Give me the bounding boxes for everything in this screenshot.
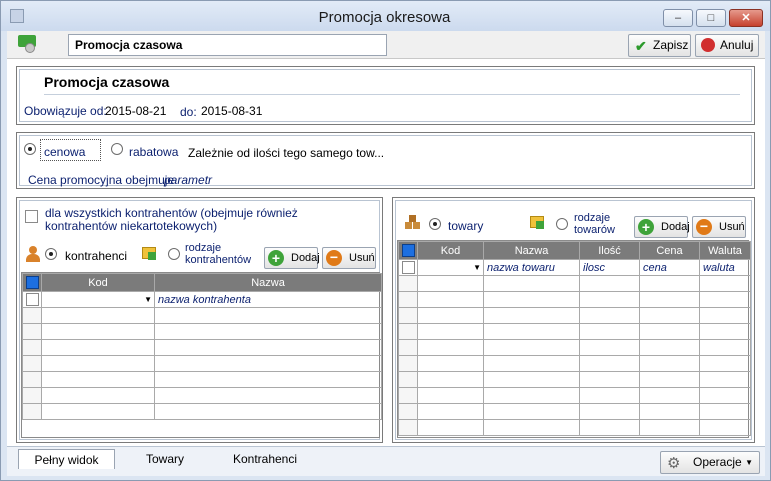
column-header-code[interactable]: Kod [41,273,155,292]
dropdown-arrow-icon[interactable]: ▼ [473,263,481,272]
tab-contractors-label: Kontrahenci [232,452,298,466]
save-button[interactable]: ✔ Zapisz [628,34,691,57]
tab-contractors[interactable]: Kontrahenci [222,449,308,469]
valid-to-label: do: [180,105,197,119]
valid-to-field[interactable]: 2015-08-31 [201,104,262,118]
valid-from-label: Obowiązuje od: [24,104,107,118]
minus-icon: − [326,250,342,266]
price-radio[interactable] [24,143,36,155]
remove-goods-button[interactable]: − Usuń [692,216,746,238]
discount-radio[interactable] [111,143,123,155]
column-header-code[interactable]: Kod [417,241,484,260]
goods-types-label[interactable]: rodzaje towarów [574,212,634,236]
goods-icon [404,213,422,231]
contractors-radio-label[interactable]: kontrahenci [65,249,127,263]
all-contractors-checkbox[interactable] [25,210,38,223]
table-row[interactable]: ▼ nazwa kontrahenta [22,291,382,308]
operations-label: Operacje [693,455,742,469]
chevron-down-icon: ▼ [745,458,753,467]
contractors-grid: Kod Nazwa ▼ nazwa kontrahenta [21,272,382,438]
column-header-price[interactable]: Cena [639,241,700,260]
price-radio-label[interactable]: cenowa [40,139,101,161]
column-header-currency[interactable]: Waluta [699,241,751,260]
promotion-name-input[interactable]: Promocja czasowa [68,34,387,56]
bottom-bar [7,446,765,476]
goods-grid: Kod Nazwa Ilość Cena Waluta ▼ nazwa towa… [397,240,751,438]
title-divider [44,94,740,95]
plus-icon: + [638,219,654,235]
goods-name-cell[interactable]: nazwa towaru [483,259,580,276]
column-header-name[interactable]: Nazwa [154,273,382,292]
add-contractor-label: Dodaj [291,252,320,264]
promotion-icon [16,33,40,55]
discount-radio-label[interactable]: rabatowa [129,145,178,159]
tab-full-view-label: Pełny widok [34,453,99,467]
covers-value[interactable]: parametr [164,173,212,187]
all-contractors-label: dla wszystkich kontrahentów (obejmuje ró… [45,206,298,233]
qty-dependent-label[interactable]: Zależnie od ilości tego samego tow... [188,146,384,160]
plus-icon: + [268,250,284,266]
minimize-button[interactable]: – [663,9,693,27]
close-button[interactable]: ✕ [729,9,763,27]
check-icon: ✔ [635,38,647,54]
grid-select-all[interactable] [398,241,418,260]
valid-from-field[interactable]: 2015-08-21 [105,104,166,118]
tab-full-view[interactable]: Pełny widok [18,449,115,469]
goods-quantity-cell[interactable]: ilosc [579,259,640,276]
maximize-button[interactable]: □ [696,9,726,27]
minus-icon: − [696,219,712,235]
add-goods-label: Dodaj [661,221,690,233]
goods-radio-label[interactable]: towary [448,219,483,233]
contractor-name-cell[interactable]: nazwa kontrahenta [154,291,382,308]
window-title: Promocja okresowa [318,9,451,26]
column-header-name[interactable]: Nazwa [483,241,580,260]
remove-contractor-button[interactable]: − Usuń [322,247,376,269]
remove-contractor-label: Usuń [349,252,375,264]
cancel-icon [701,38,715,52]
add-goods-button[interactable]: + Dodaj [634,216,690,238]
add-contractor-button[interactable]: + Dodaj [264,247,320,269]
save-button-label: Zapisz [653,38,689,52]
dropdown-arrow-icon[interactable]: ▼ [144,295,152,304]
contractors-radio[interactable] [45,248,57,260]
goods-price-cell[interactable]: cena [639,259,700,276]
gear-icon: ⚙ [667,455,681,472]
contractor-types-icon [142,245,158,261]
goods-currency-cell[interactable]: waluta [699,259,751,276]
goods-types-icon [530,214,546,230]
remove-goods-label: Usuń [719,221,745,233]
person-icon [24,245,42,263]
covers-label: Cena promocyjna obejmuje [28,173,175,187]
column-header-quantity[interactable]: Ilość [579,241,640,260]
contractor-types-radio[interactable] [168,248,180,260]
contractor-types-label[interactable]: rodzaje kontrahentów [185,242,255,266]
page-title: Promocja czasowa [44,74,170,90]
operations-button[interactable]: ⚙ Operacje ▼ [660,451,760,474]
cancel-button-label: Anuluj [720,38,754,52]
goods-radio[interactable] [429,218,441,230]
tab-goods[interactable]: Towary [130,449,200,469]
table-row[interactable]: ▼ nazwa towaru ilosc cena waluta [398,259,751,276]
grid-select-all[interactable] [22,273,42,292]
tab-goods-label: Towary [145,452,184,466]
cancel-button[interactable]: Anuluj [695,34,759,57]
goods-types-radio[interactable] [556,218,568,230]
